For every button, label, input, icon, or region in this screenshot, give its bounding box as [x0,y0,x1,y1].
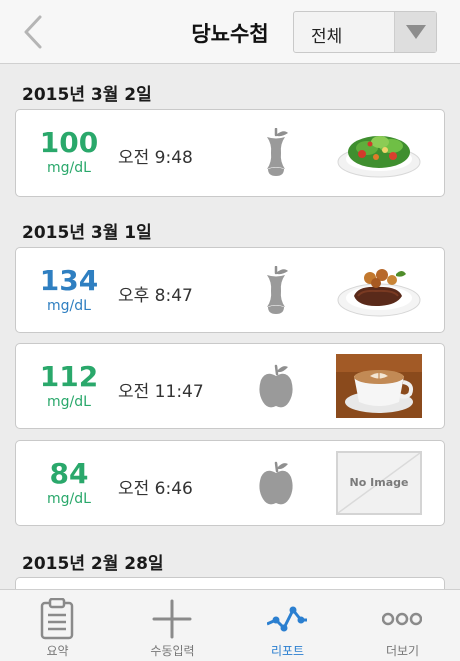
plus-icon [152,599,192,639]
reading-card[interactable]: 134 mg/dL 오후 8:47 [15,247,445,333]
tab-label: 수동입력 [150,644,195,658]
glucose-value: 112 [39,360,99,393]
salad-photo [337,136,421,178]
reading-card[interactable]: 84 mg/dL 오전 6:46 No Image [15,440,445,526]
readings-list[interactable]: 2015년 3월 2일 100 mg/dL 오전 9:48 2015년 3월 1… [0,65,460,589]
glucose-value: 134 [39,264,99,297]
page-title: 당뇨수첩 [191,22,269,46]
glucose-unit: mg/dL [47,160,91,176]
caret-down-icon [406,25,426,39]
reading-card[interactable]: 100 mg/dL 오전 9:48 [15,109,445,197]
dropdown-toggle[interactable] [394,12,436,52]
apple-icon [259,461,293,505]
more-dots-icon [382,612,422,626]
tab-more[interactable]: 더보기 [345,590,460,661]
reading-card[interactable] [15,577,445,589]
no-image-placeholder: No Image [336,451,422,515]
glucose-value: 100 [39,126,99,159]
tab-summary[interactable]: 요약 [0,590,115,661]
tab-report[interactable]: 리포트 [230,590,345,661]
filter-value: 전체 [311,27,343,47]
reading-time: 오전 11:47 [118,382,204,402]
glucose-unit: mg/dL [47,394,91,410]
apple-core-icon [267,128,288,176]
reading-time: 오전 9:48 [118,148,193,168]
tab-label: 리포트 [270,644,305,658]
apple-icon [259,364,293,408]
glucose-unit: mg/dL [47,298,91,314]
coffee-photo [336,354,422,418]
tab-bar: 요약 수동입력 리포트 더보기 [0,589,460,661]
placeholder-text: No Image [349,476,409,489]
chevron-left-icon [24,15,42,49]
tab-label: 더보기 [385,644,420,658]
clipboard-icon [40,598,74,640]
reading-time: 오전 6:46 [118,479,193,499]
glucose-value: 84 [49,457,89,490]
apple-core-icon [267,266,288,314]
navigation-bar: 당뇨수첩 전체 [0,0,460,64]
date-header: 2015년 3월 2일 [22,85,152,105]
reading-card[interactable]: 112 mg/dL 오전 11:47 [15,343,445,429]
pulse-chart-icon [267,606,307,632]
glucose-unit: mg/dL [47,491,91,507]
date-header: 2015년 2월 28일 [22,554,164,574]
tab-label: 요약 [46,644,69,658]
back-button[interactable] [18,14,50,50]
steak-photo [337,269,421,317]
tab-manual-entry[interactable]: 수동입력 [115,590,230,661]
date-header: 2015년 3월 1일 [22,223,152,243]
reading-time: 오후 8:47 [118,286,193,306]
filter-dropdown[interactable]: 전체 [293,11,437,53]
